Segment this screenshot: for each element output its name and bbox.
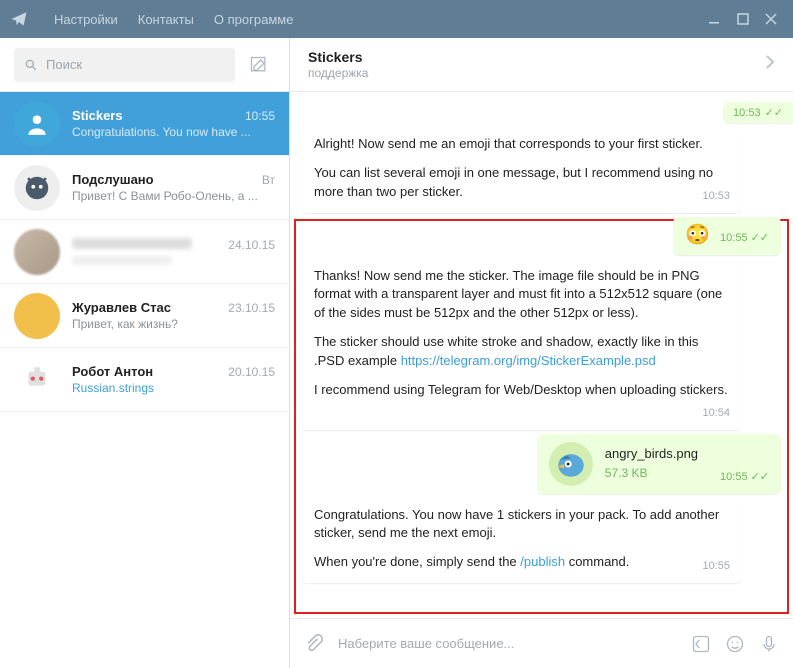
message-input-bar: Наберите ваше сообщение... (290, 618, 793, 668)
chat-name: Журавлев Стас (72, 300, 171, 315)
message-outgoing-cut: 10:53 ✓✓ (723, 102, 793, 123)
chat-preview (72, 256, 172, 265)
message-time: 10:55✓✓ (720, 470, 769, 486)
message-outgoing-file[interactable]: angry_birds.png 57.3 KB 10:55✓✓ (537, 434, 781, 494)
compose-icon[interactable] (243, 49, 275, 81)
message-text: Congratulations. You now have 1 stickers… (314, 506, 730, 544)
chat-time: 10:55 (245, 109, 275, 123)
message-text: command. (565, 554, 629, 569)
chat-name (72, 238, 192, 249)
chat-header: Stickers поддержка (290, 38, 793, 92)
messages-area[interactable]: 10:53 ✓✓ Alright! Now send me an emoji t… (290, 92, 793, 618)
message-incoming: Congratulations. You now have 1 stickers… (302, 498, 742, 584)
chat-subtitle: поддержка (308, 66, 368, 80)
message-incoming: Thanks! Now send me the sticker. The ima… (302, 259, 742, 430)
close-icon[interactable] (757, 5, 785, 33)
sidebar: Поиск Stickers 10:55 Congratulations. You… (0, 38, 290, 668)
search-placeholder: Поиск (46, 57, 82, 72)
attach-icon[interactable] (304, 634, 324, 654)
commands-icon[interactable] (691, 634, 711, 654)
avatar (14, 293, 60, 339)
chat-name: Подслушано (72, 172, 154, 187)
chat-item-stickers[interactable]: Stickers 10:55 Congratulations. You now h… (0, 92, 289, 156)
emoji-icon[interactable] (725, 634, 745, 654)
chat-list: Stickers 10:55 Congratulations. You now h… (0, 92, 289, 668)
file-name: angry_birds.png (605, 445, 698, 464)
emoji: 😳 (685, 224, 710, 246)
message-incoming: Alright! Now send me an emoji that corre… (302, 127, 742, 213)
chat-time: 24.10.15 (228, 238, 275, 252)
chat-time: Вт (262, 173, 275, 187)
chevron-right-icon[interactable] (765, 54, 775, 75)
message-time: 10:55✓✓ (720, 231, 769, 247)
chat-title: Stickers (308, 49, 368, 65)
avatar (14, 357, 60, 403)
message-text: I recommend using Telegram for Web/Deskt… (314, 382, 728, 397)
minimize-icon[interactable] (701, 5, 729, 33)
message-text: Alright! Now send me an emoji that corre… (314, 135, 730, 154)
message-text: You can list several emoji in one messag… (314, 165, 713, 199)
message-text: When you're done, simply send the (314, 554, 520, 569)
chat-preview: Russian.strings (72, 381, 275, 395)
maximize-icon[interactable] (729, 5, 757, 33)
chat-item-zhuravlev[interactable]: Журавлев Стас 23.10.15 Привет, как жизнь? (0, 284, 289, 348)
mic-icon[interactable] (759, 634, 779, 654)
chat-name: Робот Антон (72, 364, 153, 379)
avatar (14, 165, 60, 211)
chat-preview: Congratulations. You now have ... (72, 125, 275, 139)
message-time: 10:53 (733, 107, 761, 119)
message-time: 10:55 (702, 559, 730, 575)
read-ticks-icon: ✓✓ (765, 106, 783, 119)
link-command[interactable]: /publish (520, 554, 565, 569)
avatar (14, 229, 60, 275)
read-ticks-icon: ✓✓ (751, 231, 769, 247)
message-time: 10:53 (702, 189, 730, 205)
chat-pane: Stickers поддержка 10:53 ✓✓ Alright! Now… (290, 38, 793, 668)
message-time: 10:54 (702, 406, 730, 422)
chat-time: 23.10.15 (228, 301, 275, 315)
menu-about[interactable]: О программе (204, 12, 304, 27)
menu-contacts[interactable]: Контакты (128, 12, 204, 27)
link[interactable]: https://telegram.org/img/StickerExample.… (401, 353, 656, 368)
file-size: 57.3 KB (605, 465, 698, 482)
message-outgoing-emoji: 😳 10:55✓✓ (673, 217, 781, 255)
search-input[interactable]: Поиск (14, 48, 235, 82)
message-input[interactable]: Наберите ваше сообщение... (338, 636, 677, 651)
chat-item-robot[interactable]: Робот Антон 20.10.15 Russian.strings (0, 348, 289, 412)
file-thumb-icon (549, 442, 593, 486)
chat-item-podslushano[interactable]: Подслушано Вт Привет! С Вами Робо-Олень, … (0, 156, 289, 220)
chat-item-blurred[interactable]: 24.10.15 (0, 220, 289, 284)
search-row: Поиск (0, 38, 289, 92)
chat-name: Stickers (72, 108, 123, 123)
chat-preview: Привет, как жизнь? (72, 317, 275, 331)
read-ticks-icon: ✓✓ (751, 470, 769, 486)
message-text: Thanks! Now send me the sticker. The ima… (314, 267, 730, 324)
chat-time: 20.10.15 (228, 365, 275, 379)
avatar (14, 101, 60, 147)
app-logo-icon (8, 8, 30, 30)
menu-settings[interactable]: Настройки (44, 12, 128, 27)
chat-preview: Привет! С Вами Робо-Олень, а ... (72, 189, 275, 203)
titlebar: Настройки Контакты О программе (0, 0, 793, 38)
